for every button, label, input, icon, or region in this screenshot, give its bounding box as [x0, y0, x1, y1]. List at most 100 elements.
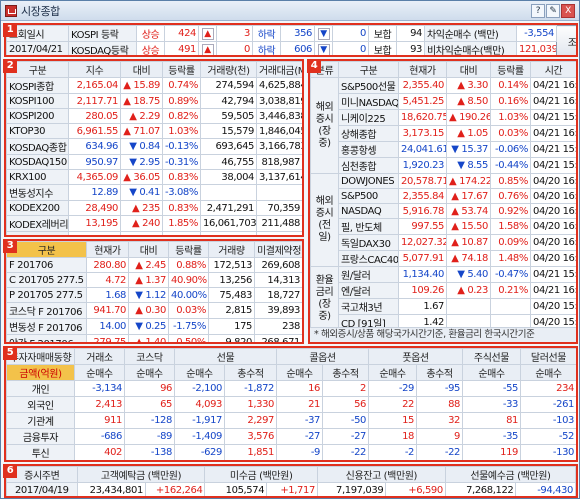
up-count: 424 — [164, 25, 199, 42]
close-button[interactable]: X — [561, 4, 575, 18]
funds-value: 7,268,122 — [444, 482, 517, 496]
index-value: 1.85% — [162, 215, 201, 232]
net-buy-value: -22 — [322, 444, 370, 460]
index-value: ▲ 240 — [120, 215, 163, 232]
net-buy-value: 1,851 — [223, 444, 278, 460]
index-value: 0.89% — [162, 93, 201, 109]
contract-value: 0.50% — [168, 334, 209, 342]
section-badge-2: 2 — [3, 59, 17, 73]
instrument-value: ▲ 1.05 — [446, 125, 491, 142]
contract-value: 39,893 — [254, 302, 302, 319]
net-buy-value: 2,297 — [223, 412, 278, 429]
instrument-value: 04/20 16:52 — [530, 188, 576, 204]
window-title: 시장종합 — [21, 4, 60, 18]
global-row: 해외증시(장중) S&P500선물 2,355.40 ▲ 3.30 0.14% 04/21… — [310, 77, 576, 174]
instrument-value: 24,041.61 — [398, 141, 447, 158]
column-header: 구분 — [6, 241, 87, 258]
instrument-value: 18,620.75 — [398, 109, 447, 126]
net-buy-value: 234 — [520, 380, 576, 397]
global-row: 엔/달러109.26▲ 0.230.21%04/21 16:03 — [311, 282, 576, 299]
index-value: 42,794 — [200, 93, 257, 109]
market-funds-panel: 증시주변 고객예탁금 (백만원) 미수금 (백만원) 신용잔고 (백만원) 선물예수금 … — [4, 464, 578, 498]
contract-value: 1.68 — [86, 287, 129, 303]
instrument-value: 109.26 — [398, 282, 447, 299]
index-value: 3,446,838 — [256, 108, 302, 124]
column-header: 구분 — [338, 61, 399, 78]
index-value: 3,137,614 — [256, 169, 302, 185]
net-buy-value: 911 — [74, 412, 125, 429]
instrument-value: 1,134.40 — [398, 266, 447, 283]
instrument-value: 1.58% — [490, 218, 531, 235]
global-row: S&P5002,355.84▲ 17.670.76%04/20 16:52 — [311, 188, 576, 204]
instrument-value: ▼ 8.55 — [446, 157, 491, 174]
index-name: 변동성지수 — [6, 184, 69, 201]
help-button[interactable]: ? — [531, 4, 545, 18]
net-buy-value: -629 — [174, 444, 225, 460]
net-buy-value: 22 — [368, 396, 418, 413]
instrument-name: 홍콩항셍 — [338, 141, 399, 158]
column-header: 고객예탁금 (백만원) — [76, 466, 206, 483]
settings-button[interactable]: ✎ — [546, 4, 560, 18]
market-header: 거래소 — [74, 348, 125, 365]
funds-value: 23,434,801 — [76, 482, 146, 496]
arbitrage-label: 차익순매수 (백만) — [424, 25, 517, 42]
net-buy-value: 16 — [276, 380, 324, 397]
investor-row: 연기금등 ▼6951177-467 — [7, 461, 577, 463]
funds-change: +1,717 — [266, 482, 318, 496]
index-value: 12.89 — [68, 184, 121, 201]
net-buy-value: -33 — [462, 396, 522, 413]
contract-value: ▲ 1.37 — [128, 272, 169, 288]
index-value: 2,471,291 — [200, 200, 257, 216]
index-value: 15,579 — [200, 123, 257, 139]
breadth-row: 조회일시 KOSPI 등락 상승 424 ▲ 3 하락 356 ▼ 0 보합 94 차익순매수 (백만)… — [6, 25, 576, 55]
column-header: 등락률 — [162, 61, 201, 78]
index-value: 4,625,884 — [256, 77, 302, 94]
index-value: 0.83% — [162, 169, 201, 185]
investor-row: 금융투자 -686 -89 -1,409 3,576 -27 -27 18 9 -35 -52 — [6, 428, 576, 445]
non-arbitrage-label: 비차익순매수(백만) — [424, 41, 517, 55]
down-label: 하락 — [252, 41, 281, 55]
instrument-value: ▼ 15.37 — [446, 141, 491, 158]
column-header: 지수 — [68, 61, 121, 78]
contract-value: ▲ 2.45 — [128, 257, 169, 273]
query-button[interactable]: 조회 — [556, 25, 576, 55]
index-value: ▲ 15.89 — [120, 77, 163, 94]
index-value: 70,359 — [256, 200, 302, 216]
net-buy-value: -27 — [322, 428, 370, 445]
global-row: 홍콩항셍24,041.61▼ 15.37-0.06%04/21 15:58 — [311, 141, 576, 158]
column-header: 거래량(천) — [200, 61, 257, 78]
derivatives-panel: 구분 현재가 대비 등락률 거래량 미결제약정 F 201706 280.80 ▲ 2.45 0.… — [4, 239, 304, 344]
instrument-value: 3,173.15 — [398, 125, 447, 142]
investor-type[interactable]: 연기금등 ▼ — [7, 461, 75, 463]
timezone-note: * 해외증시/상품 해당국가시간기준, 환율금리 한국시간기준 — [310, 327, 576, 342]
investor-flow-panel: 투자자매매동향 거래소 코스닥 선물 콜옵션 풋옵션 주식선물 달러선물 금액(억원) 순매수 순매… — [4, 346, 578, 462]
contract-value: 269,608 — [254, 257, 302, 273]
global-row: 국고채3년1.67 04/20 15:30 — [311, 298, 576, 315]
funds-change: -94,430 — [515, 482, 576, 496]
down-arrow-icon: ▼ — [317, 27, 330, 40]
index-value: ▲ 18.75 — [120, 93, 163, 109]
flat-count: 94 — [396, 25, 425, 42]
index-row: KODEX인버스7,010▼ 65-0.92%9,652,88267,764 — [6, 231, 302, 235]
index-row: KRX100 4,365.09 ▲ 36.05 0.83% 38,004 3,137,61… — [6, 169, 302, 185]
contract-value: ▼ 1.12 — [128, 287, 169, 303]
contract-value: 172,513 — [208, 257, 255, 273]
net-buy-value: -2,100 — [174, 380, 225, 397]
funds-value: 7,197,039 — [316, 482, 387, 496]
index-row: KOSDAQ종합 634.96 ▼ 0.84 -0.13% 693,645 3,166,7… — [6, 138, 302, 155]
market-header: 코스닥 — [124, 348, 175, 365]
index-value: 13,195 — [68, 215, 121, 232]
instrument-value: 0.14% — [490, 77, 531, 94]
upper-limit-icon: ▲ — [198, 41, 217, 55]
investor-type: 기관계 — [6, 412, 75, 429]
net-buy-value — [369, 461, 417, 463]
upper-limit-count: 0 — [216, 41, 253, 55]
instrument-value: ▲ 3.30 — [446, 77, 491, 94]
investor-row: 외국인 2,413 65 4,093 1,330 21 56 22 88 -33 -261 — [6, 396, 576, 413]
net-buy-value: 9 — [416, 428, 464, 445]
instrument-value: 04/20 16:52 — [530, 250, 576, 267]
up-arrow-icon: ▲ — [201, 27, 214, 40]
contract-value: 18,727 — [254, 287, 302, 303]
contract-value: 40.00% — [168, 287, 209, 303]
unit-select[interactable]: 금액(억원) — [6, 364, 75, 381]
